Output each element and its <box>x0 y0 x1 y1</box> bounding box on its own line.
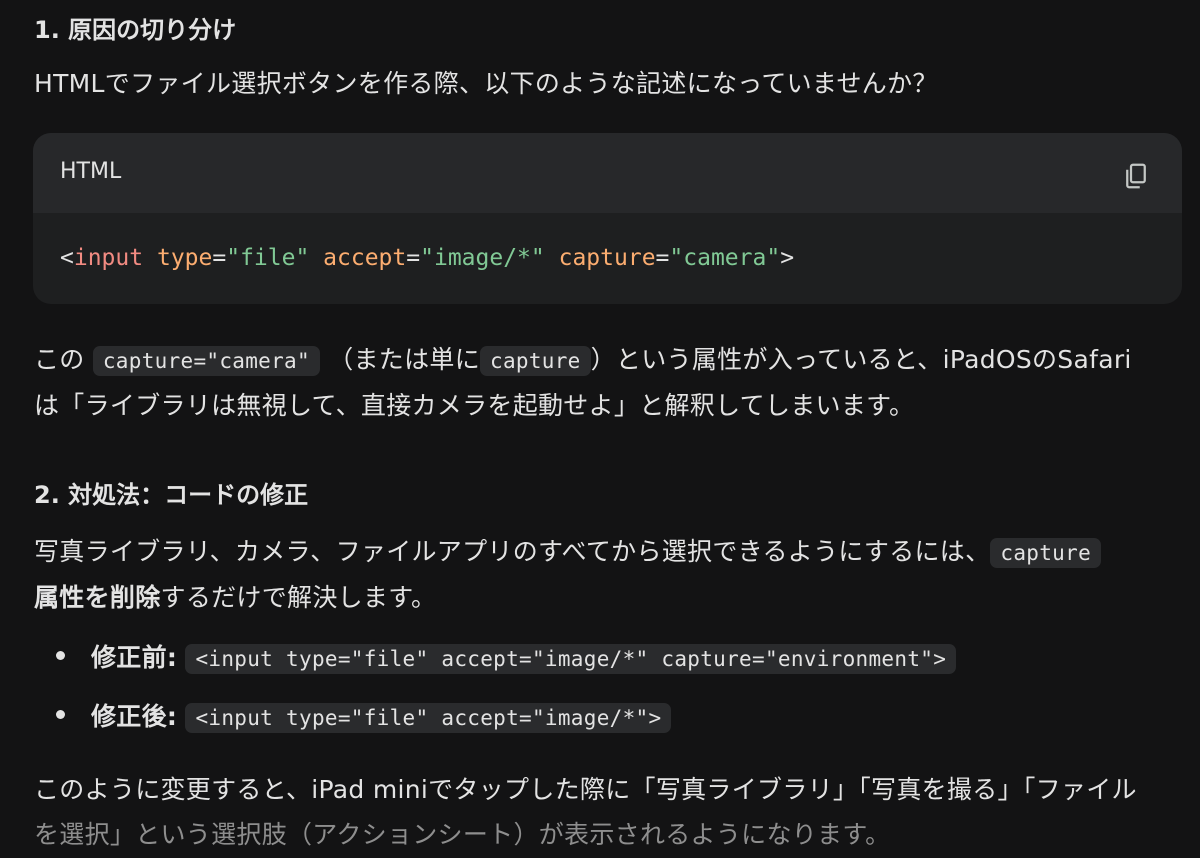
code-token-string: "camera" <box>669 245 781 271</box>
code-token: = <box>655 245 670 271</box>
explanation-text: （または単に <box>328 345 481 374</box>
fix-bold-text: 属性を削除 <box>34 583 161 612</box>
code-token-attr: accept <box>323 245 407 271</box>
code-line: <input type="file" accept="image/*" capt… <box>60 245 794 271</box>
fix-text: 写真ライブラリ、カメラ、ファイルアプリのすべてから選択できるようにするには、 <box>34 537 991 566</box>
bullet-after: 修正後: <input type="file" accept="image/*"… <box>91 697 672 733</box>
code-token-tag: input <box>73 245 144 271</box>
bullet-dot <box>56 651 65 660</box>
conclusion-line-2: を選択」という選択肢（アクションシート）が表示されるようになります。 <box>34 820 891 849</box>
code-token: < <box>60 245 74 271</box>
inline-code: capture <box>480 346 591 376</box>
explanation-text: この <box>34 345 85 374</box>
conclusion-line-1: このように変更すると、iPad miniでタップした際に「写真ライブラリ」「写真… <box>34 775 1137 804</box>
code-token: = <box>406 245 421 271</box>
code-block: HTML <input type="file" accept="image/*"… <box>33 133 1182 304</box>
bullet-before: 修正前: <input type="file" accept="image/*"… <box>91 638 957 674</box>
explanation-text: ）という属性が入っていると、iPadOSのSafari <box>590 345 1132 374</box>
code-token: > <box>780 245 795 271</box>
bullet-label: 修正前: <box>91 643 178 672</box>
fix-line-2: 属性を削除するだけで解決します。 <box>34 578 436 614</box>
section-heading-cause: 1. 原因の切り分け <box>34 16 237 44</box>
code-language-label: HTML <box>60 159 122 184</box>
code-block-header: HTML <box>33 133 1182 213</box>
code-token-attr: capture <box>558 245 656 271</box>
copy-code-button[interactable] <box>1121 161 1151 191</box>
explanation-line-2: は「ライブラリは無視して、直接カメラを起動せよ」と解釈してしまいます。 <box>34 391 915 420</box>
fix-line-1: 写真ライブラリ、カメラ、ファイルアプリのすべてから選択できるようにするには、 ca… <box>34 532 1102 568</box>
bullet-dot <box>56 710 65 719</box>
fix-text: するだけで解決します。 <box>160 583 437 612</box>
code-token: = <box>212 245 227 271</box>
section-heading-fix: 2. 対処法：コードの修正 <box>34 481 309 509</box>
inline-code: <input type="file" accept="image/*" capt… <box>185 644 957 674</box>
inline-code: capture <box>990 538 1102 568</box>
inline-code: capture="camera" <box>92 346 320 376</box>
inline-code: <input type="file" accept="image/*"> <box>185 703 672 733</box>
intro-paragraph: HTMLでファイル選択ボタンを作る際、以下のような記述になっていませんか？ <box>34 69 938 98</box>
code-token-string: "image/*" <box>420 245 545 271</box>
explanation-line-1: この capture="camera" （または単に capture ）という属性が… <box>34 340 1132 376</box>
copy-icon <box>1126 163 1146 189</box>
code-token-attr: type <box>156 245 213 271</box>
bullet-label: 修正後: <box>91 702 178 731</box>
code-token-string: "file" <box>226 245 310 271</box>
